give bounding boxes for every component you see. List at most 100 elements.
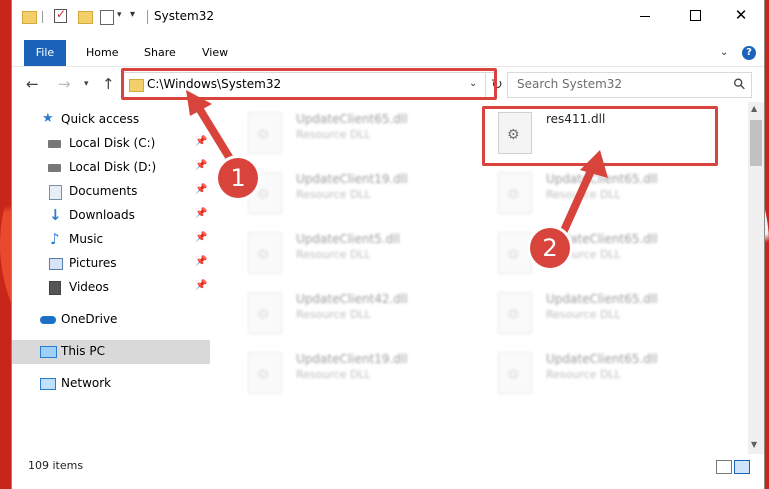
sidebar-item-local-disk-c[interactable]: Local Disk (C:) 📌 <box>12 132 210 156</box>
documents-icon <box>49 185 62 200</box>
cloud-icon <box>40 316 56 324</box>
dll-file-icon <box>498 352 532 394</box>
maximize-button[interactable] <box>672 0 718 32</box>
sidebar-item-pictures[interactable]: Pictures 📌 <box>12 252 210 276</box>
search-input[interactable]: Search System32 ⚲ <box>507 72 752 98</box>
title-bar: ▾ ▾ System32 ✕ <box>12 0 764 32</box>
window-title: System32 <box>154 9 215 23</box>
up-arrow-icon[interactable]: ↑ <box>102 75 115 93</box>
pin-icon[interactable]: 📌 <box>195 184 207 195</box>
music-icon: ♪ <box>50 230 60 248</box>
customize-toolbar-icon[interactable]: ▾ <box>130 9 135 20</box>
sidebar-item-onedrive[interactable]: OneDrive <box>12 308 210 332</box>
dll-file-icon <box>498 172 532 214</box>
vertical-scrollbar[interactable]: ▲ ▼ <box>748 102 764 454</box>
tab-view[interactable]: View <box>192 40 238 66</box>
dll-file-icon <box>498 292 532 334</box>
scroll-down-icon[interactable]: ▼ <box>751 440 757 449</box>
pin-icon[interactable]: 📌 <box>195 256 207 267</box>
pin-icon[interactable]: 📌 <box>195 208 207 219</box>
file-name: UpdateClient19.dll <box>296 172 408 186</box>
sidebar-item-local-disk-d[interactable]: Local Disk (D:) 📌 <box>12 156 210 180</box>
file-type: Resource DLL <box>296 368 371 381</box>
pictures-icon <box>49 258 63 270</box>
properties-icon[interactable] <box>100 10 114 25</box>
address-highlight-box <box>121 68 497 100</box>
dll-file-icon <box>248 112 282 154</box>
explorer-window: ▾ ▾ System32 ✕ File Home Share View ⌄ ? … <box>12 0 764 489</box>
properties-check-icon[interactable] <box>54 7 67 23</box>
back-arrow-icon[interactable]: ← <box>26 75 39 93</box>
recent-locations-icon[interactable]: ▾ <box>84 79 89 89</box>
pin-icon[interactable]: 📌 <box>195 280 207 291</box>
tab-share[interactable]: Share <box>134 40 186 66</box>
sidebar-item-quick-access[interactable]: ★ Quick access <box>12 108 210 132</box>
new-folder-icon[interactable] <box>78 11 93 24</box>
drive-icon <box>48 140 61 148</box>
file-name: UpdateClient65.dll <box>296 112 408 126</box>
sidebar-item-videos[interactable]: Videos 📌 <box>12 276 210 300</box>
dll-file-icon <box>248 352 282 394</box>
sidebar-item-label: Videos <box>69 280 109 294</box>
scroll-up-icon[interactable]: ▲ <box>751 104 757 113</box>
file-item[interactable]: UpdateClient65.dll Resource DLL <box>486 286 726 344</box>
pin-icon[interactable]: 📌 <box>195 232 207 243</box>
scroll-thumb[interactable] <box>750 120 762 166</box>
tab-home[interactable]: Home <box>76 40 128 66</box>
file-item[interactable]: UpdateClient42.dll Resource DLL <box>236 286 476 344</box>
sidebar-item-label: OneDrive <box>61 312 118 326</box>
videos-icon <box>49 281 61 295</box>
sidebar-item-documents[interactable]: Documents 📌 <box>12 180 210 204</box>
file-type: Resource DLL <box>296 188 371 201</box>
sidebar-item-label: Quick access <box>61 112 140 126</box>
chevron-down-icon[interactable]: ▾ <box>117 10 122 20</box>
computer-icon <box>40 346 57 358</box>
item-count: 109 items <box>28 459 84 472</box>
sidebar-item-label: Network <box>61 376 112 390</box>
sidebar-item-label: Pictures <box>69 256 117 270</box>
search-icon[interactable]: ⚲ <box>729 74 750 95</box>
file-item[interactable]: UpdateClient19.dll Resource DLL <box>236 346 476 404</box>
minimize-icon <box>640 16 650 17</box>
sidebar-item-label: Downloads <box>69 208 135 222</box>
file-name: UpdateClient19.dll <box>296 352 408 366</box>
sidebar-item-music[interactable]: ♪ Music 📌 <box>12 228 210 252</box>
file-item[interactable]: UpdateClient65.dll Resource DLL <box>236 106 476 164</box>
step-badge-1: 1 <box>218 158 258 198</box>
help-icon[interactable]: ? <box>742 46 756 60</box>
details-view-icon[interactable] <box>716 460 732 474</box>
close-button[interactable]: ✕ <box>718 0 764 32</box>
file-type: Resource DLL <box>546 368 621 381</box>
file-name: UpdateClient65.dll <box>546 352 658 366</box>
tiles-view-icon[interactable] <box>734 460 750 474</box>
file-type: Resource DLL <box>296 248 371 261</box>
dll-file-icon <box>248 292 282 334</box>
arrow-shaft <box>558 162 598 237</box>
sidebar-item-network[interactable]: Network <box>12 372 210 396</box>
star-icon: ★ <box>42 111 54 126</box>
ribbon-tabs: File Home Share View ⌄ ? <box>12 40 764 66</box>
dll-file-icon <box>248 232 282 274</box>
forward-arrow-icon[interactable]: → <box>58 75 71 93</box>
tab-file[interactable]: File <box>24 40 66 66</box>
sidebar-item-label: This PC <box>61 344 105 358</box>
sidebar-item-label: Documents <box>69 184 138 198</box>
minimize-button[interactable] <box>622 0 668 32</box>
sidebar-item-label: Music <box>69 232 104 246</box>
file-name: UpdateClient5.dll <box>296 232 400 246</box>
sidebar-item-this-pc[interactable]: This PC <box>12 340 210 364</box>
sidebar-item-downloads[interactable]: ↓ Downloads 📌 <box>12 204 210 228</box>
file-item[interactable]: UpdateClient19.dll Resource DLL <box>236 166 476 224</box>
expand-ribbon-icon[interactable]: ⌄ <box>720 47 728 58</box>
file-type: Resource DLL <box>546 308 621 321</box>
network-icon <box>40 378 56 390</box>
file-type: Resource DLL <box>296 128 371 141</box>
maximize-icon <box>690 10 701 21</box>
file-item[interactable]: UpdateClient5.dll Resource DLL <box>236 226 476 284</box>
drive-icon <box>48 164 61 172</box>
arrow-to-file <box>558 150 608 237</box>
status-bar: 109 items <box>12 454 764 480</box>
file-item[interactable]: UpdateClient65.dll Resource DLL <box>486 346 726 404</box>
file-type: Resource DLL <box>296 308 371 321</box>
divider <box>147 10 148 24</box>
